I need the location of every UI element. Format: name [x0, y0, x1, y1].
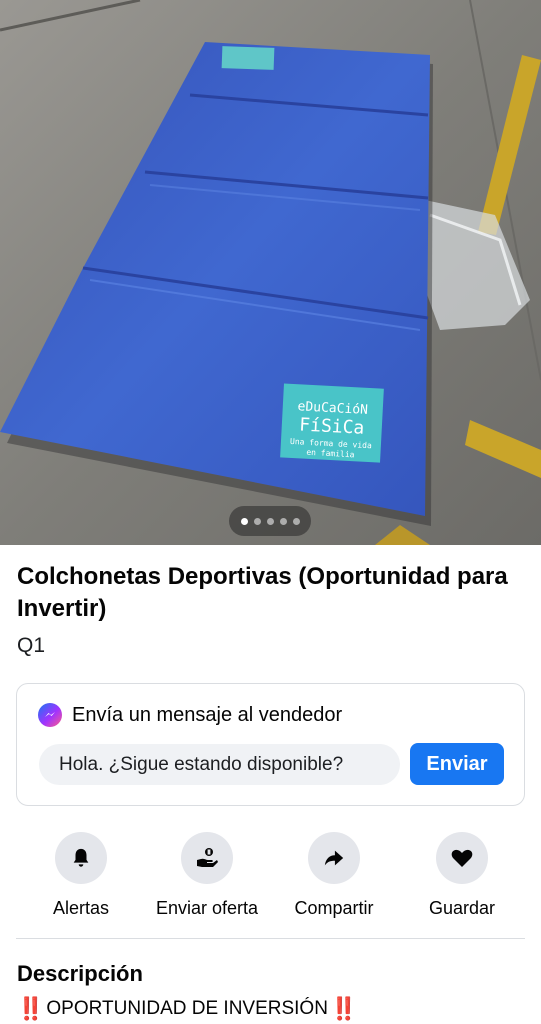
mat-photo-illustration: eDuCaCióN FíSiCa Una forma de vida en fa… [0, 0, 541, 545]
bell-icon [73, 848, 89, 867]
mat-logo: eDuCaCióN FíSiCa Una forma de vida en fa… [280, 383, 384, 463]
gallery-dot[interactable] [266, 517, 274, 525]
share-icon [324, 850, 344, 866]
svg-text:FíSiCa: FíSiCa [299, 414, 365, 438]
alerts-label: Alertas [52, 898, 110, 918]
gallery-dot[interactable] [279, 517, 287, 525]
message-seller-header: Envía un mensaje al vendedor [38, 703, 342, 727]
message-seller-card: Envía un mensaje al vendedor Hola. ¿Sigu… [16, 683, 525, 806]
alerts-button[interactable] [55, 832, 107, 884]
listing-title: Colchonetas Deportivas (Oportunidad para… [17, 563, 508, 622]
alerts-action[interactable]: Alertas [16, 832, 146, 919]
send-message-button[interactable]: Enviar [410, 743, 504, 785]
section-divider [16, 938, 525, 939]
description-heading: Descripción [17, 961, 143, 986]
messenger-icon [38, 703, 62, 727]
mat-logo-small [221, 46, 275, 70]
gallery-dot[interactable] [253, 517, 261, 525]
share-label: Compartir [294, 898, 374, 918]
send-offer-button[interactable] [181, 832, 233, 884]
description-first-line: ‼️ OPORTUNIDAD DE INVERSIÓN ‼️ [17, 996, 357, 1022]
gallery-dot[interactable] [292, 517, 300, 525]
gallery-pagination[interactable] [229, 506, 311, 536]
send-offer-label: Enviar oferta [155, 898, 259, 918]
message-seller-heading: Envía un mensaje al vendedor [72, 703, 343, 726]
double-exclamation-icon: ‼️ [329, 996, 357, 1021]
message-input[interactable]: Hola. ¿Sigue estando disponible? [39, 744, 400, 785]
listing-price: Q1 [17, 634, 46, 657]
offer-icon [197, 848, 218, 867]
share-button[interactable] [308, 832, 360, 884]
listing-photo[interactable]: eDuCaCióN FíSiCa Una forma de vida en fa… [0, 0, 541, 545]
listing-actions: Alertas Enviar oferta Compartir Guardar [16, 832, 525, 922]
send-offer-action[interactable]: Enviar oferta [142, 832, 272, 919]
save-button[interactable] [436, 832, 488, 884]
share-action[interactable]: Compartir [269, 832, 399, 919]
double-exclamation-icon: ‼️ [17, 996, 44, 1021]
save-action[interactable]: Guardar [397, 832, 527, 919]
gallery-dot[interactable] [240, 517, 248, 525]
heart-icon [451, 849, 473, 867]
save-label: Guardar [428, 898, 496, 918]
description-text: OPORTUNIDAD DE INVERSIÓN [46, 998, 328, 1019]
